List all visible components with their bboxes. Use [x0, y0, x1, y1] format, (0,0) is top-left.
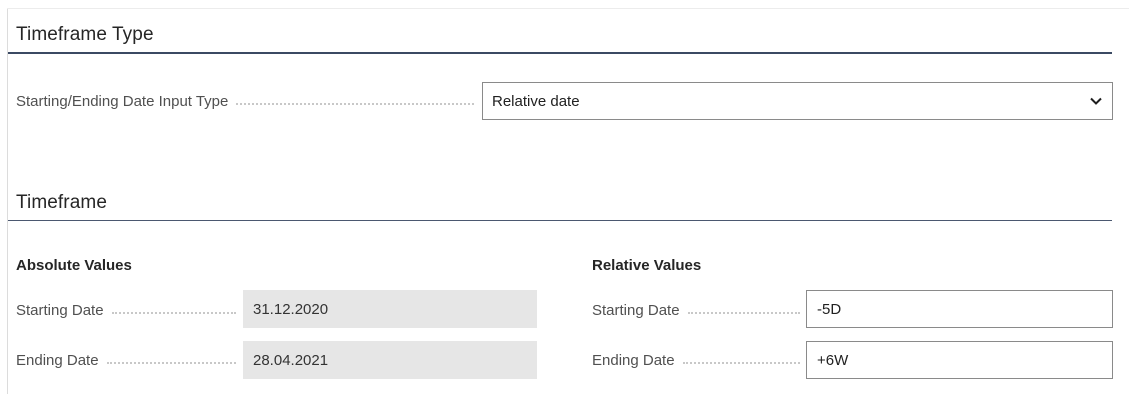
relative-starting-date-label-text: Starting Date: [592, 301, 680, 319]
section-title-timeframe: Timeframe: [16, 192, 107, 213]
field-label-input-type: Starting/Ending Date Input Type: [16, 91, 480, 111]
section-divider-timeframe-type: [8, 52, 1112, 54]
absolute-ending-date-label: Ending Date: [16, 350, 242, 370]
label-leader-dots: [106, 361, 236, 364]
relative-ending-date-input[interactable]: +6W: [806, 341, 1113, 379]
section-title-timeframe-type: Timeframe Type: [16, 24, 154, 45]
chevron-down-icon: [1090, 97, 1102, 105]
absolute-starting-date-label-text: Starting Date: [16, 301, 104, 319]
panel-left-border: [7, 8, 8, 394]
panel-top-border: [7, 8, 1129, 9]
relative-ending-date-label: Ending Date: [592, 350, 806, 370]
label-leader-dots: [687, 311, 800, 314]
relative-starting-date-input[interactable]: -5D: [806, 290, 1113, 328]
absolute-values-heading: Absolute Values: [16, 257, 132, 274]
input-type-selected-value: Relative date: [492, 92, 580, 110]
absolute-ending-date-label-text: Ending Date: [16, 351, 99, 369]
page: Timeframe Type Starting/Ending Date Inpu…: [0, 0, 1129, 394]
relative-ending-date-label-text: Ending Date: [592, 351, 675, 369]
section-divider-timeframe: [8, 220, 1112, 221]
absolute-starting-date-value: 31.12.2020: [243, 290, 537, 328]
field-label-input-type-text: Starting/Ending Date Input Type: [16, 92, 229, 110]
label-leader-dots: [682, 361, 800, 364]
absolute-ending-date-value: 28.04.2021: [243, 341, 537, 379]
absolute-starting-date-label: Starting Date: [16, 300, 242, 320]
label-leader-dots: [111, 311, 236, 314]
label-leader-dots: [236, 102, 474, 105]
input-type-select[interactable]: Relative date: [482, 82, 1113, 120]
relative-values-heading: Relative Values: [592, 257, 702, 274]
relative-starting-date-label: Starting Date: [592, 300, 806, 320]
